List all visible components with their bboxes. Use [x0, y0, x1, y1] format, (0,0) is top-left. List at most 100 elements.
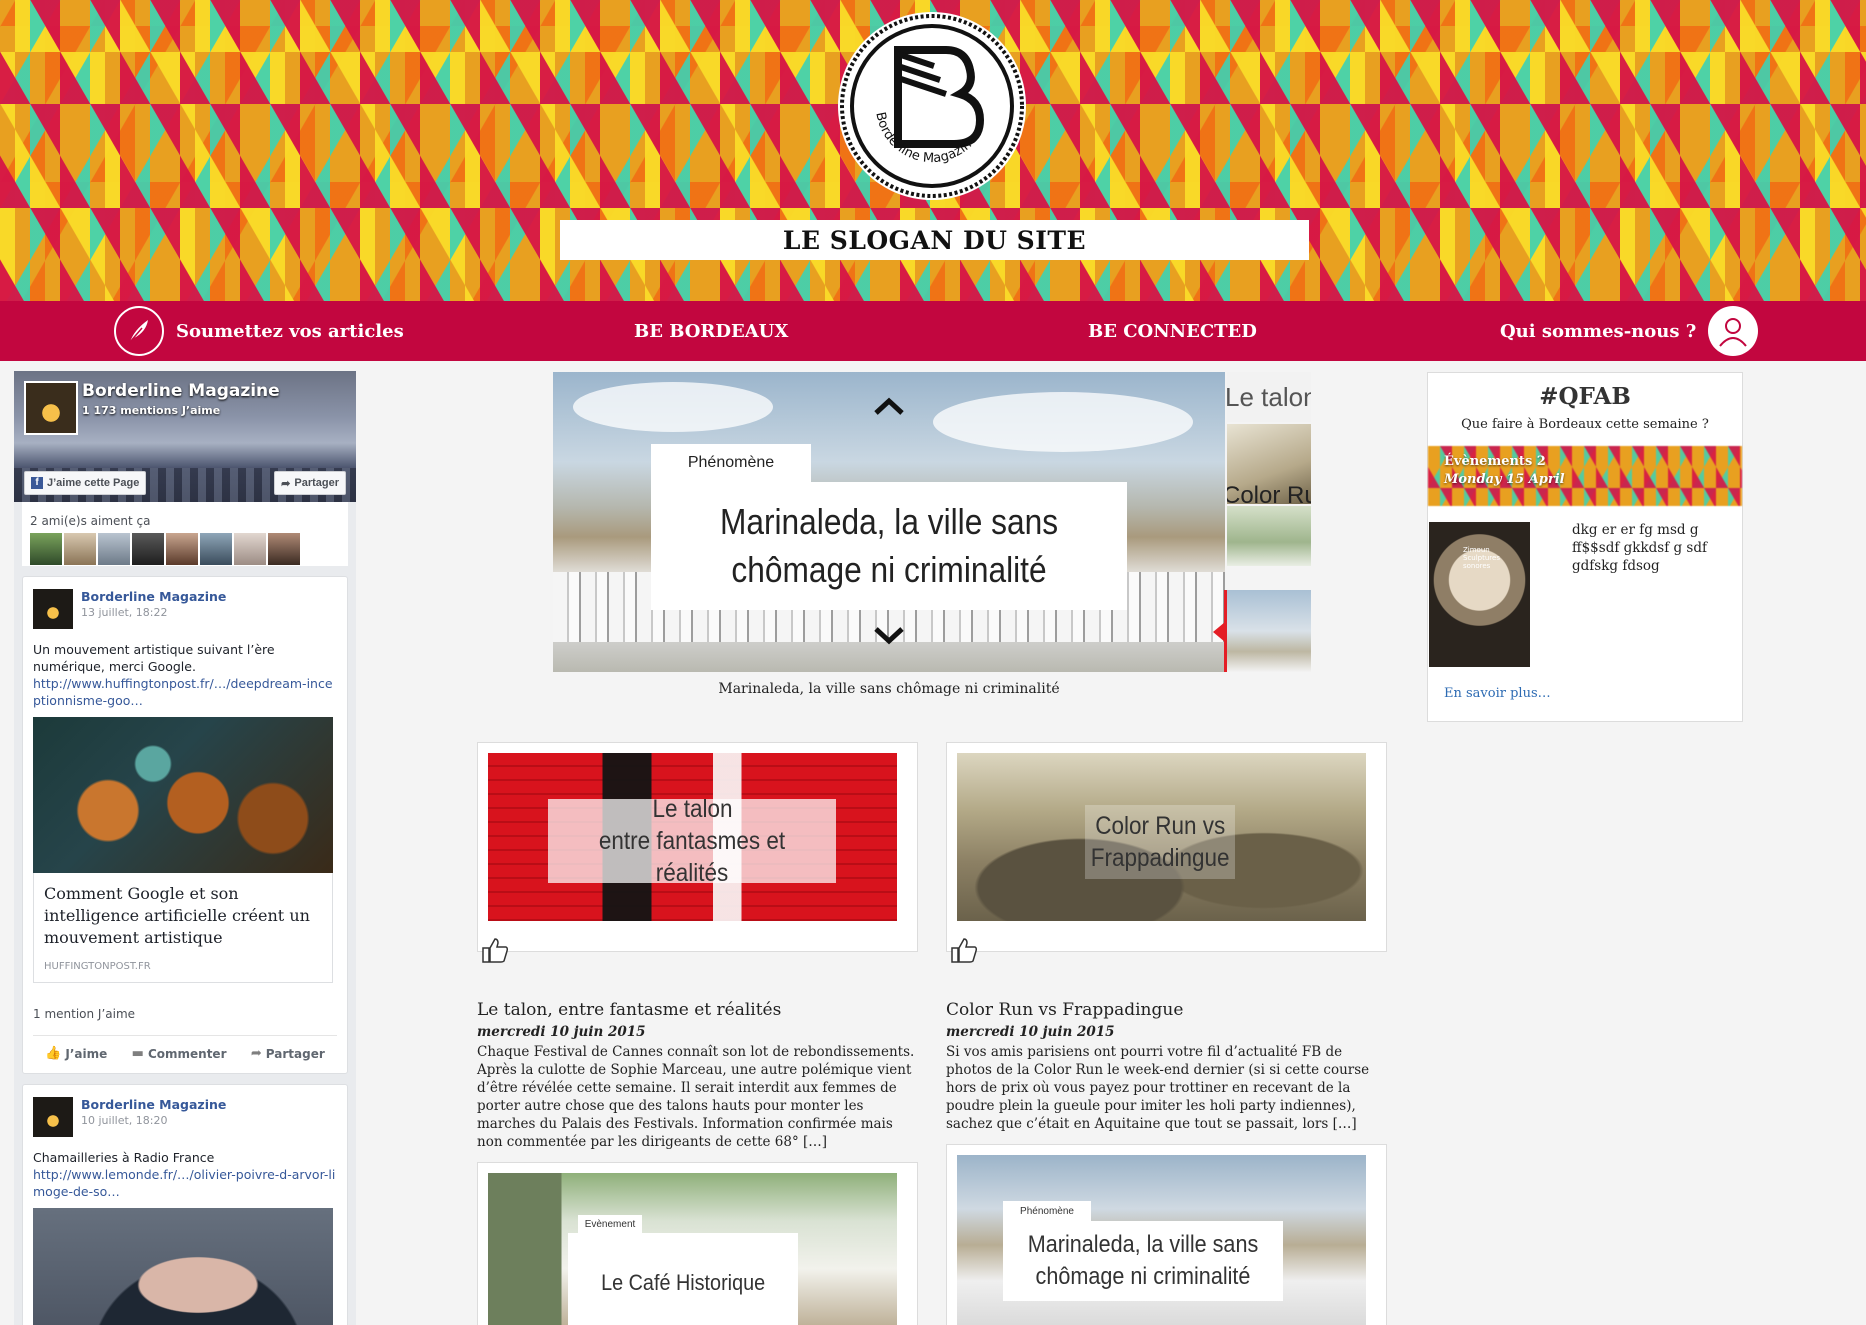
friend-avatar[interactable] — [132, 533, 164, 565]
comment-icon: ▬ — [131, 1046, 144, 1061]
slider-title-card[interactable]: Marinaleda, la ville sans chômage ni cri… — [651, 482, 1127, 610]
post-author-avatar[interactable] — [33, 589, 73, 629]
overlay-title-line: Le talon — [651, 795, 733, 823]
facebook-post: Borderline Magazine 13 juillet, 18:22 Un… — [22, 576, 348, 1074]
overlay-title-line: Color Run vs — [1094, 812, 1226, 840]
qfab-event-poster[interactable]: Zimoun Sculptures sonores — [1429, 522, 1530, 667]
post-link[interactable]: http://www.lemonde.fr/…/olivier-poivre-d… — [33, 1166, 337, 1200]
facebook-like-page-button[interactable]: f J’aime cette Page — [24, 471, 147, 495]
slider-down-arrow-icon[interactable] — [873, 626, 905, 646]
link-card-title: Comment Google et son intelligence artif… — [44, 884, 310, 947]
share-arrow-icon: ➦ — [281, 477, 291, 490]
thumbs-up-icon: 👍 — [45, 1046, 62, 1061]
facebook-icon: f — [31, 477, 43, 489]
friend-avatar[interactable] — [30, 533, 62, 565]
site-logo[interactable]: Borderline Magazine — [836, 10, 1028, 202]
comment-action-label: Commenter — [147, 1046, 227, 1061]
facebook-cover-photo[interactable]: Borderline Magazine 1 173 mentions J’aim… — [14, 371, 356, 502]
post-actions: 👍 J’aime ▬ Commenter ➦ Partager — [33, 1035, 337, 1073]
post-date[interactable]: 13 juillet, 18:22 — [81, 606, 226, 619]
friend-avatar[interactable] — [234, 533, 266, 565]
nav-be-connected[interactable]: BE CONNECTED — [1088, 301, 1257, 361]
slider-thumbnail[interactable]: Le talon — [1227, 372, 1311, 422]
friend-avatars — [30, 533, 340, 565]
facebook-post: Borderline Magazine 10 juillet, 18:20 Ch… — [22, 1084, 348, 1325]
article-card-marinaleda[interactable]: Phénomène Marinaleda, la ville sans chôm… — [946, 1144, 1387, 1325]
slider-category-label: Phénomène — [651, 444, 811, 482]
slider-title: Marinaleda, la ville sans chômage ni cri… — [719, 501, 1059, 590]
article-image[interactable]: Le talon entre fantasmes et réalités — [488, 753, 897, 921]
post-link-image[interactable] — [33, 717, 333, 873]
post-like-action[interactable]: 👍 J’aime — [45, 1046, 107, 1061]
thumbs-up-icon[interactable] — [949, 935, 979, 965]
article-card-color-run[interactable]: Color Run vs Frappadingue — [946, 742, 1387, 963]
qfab-subtitle: Que faire à Bordeaux cette semaine ? — [1461, 417, 1709, 432]
qfab-event-label: Évènements 2 — [1444, 454, 1546, 469]
post-link[interactable]: http://www.huffingtonpost.fr/…/deepdream… — [33, 675, 337, 709]
post-link-card[interactable]: Comment Google et son intelligence artif… — [33, 873, 333, 983]
post-author-block: Borderline Magazine 10 juillet, 18:20 — [81, 1097, 226, 1127]
article-excerpt: Chaque Festival de Cannes connaît son lo… — [477, 1044, 915, 1150]
slider-thumbnail[interactable]: Color Run — [1227, 424, 1311, 504]
article-image[interactable]: Evènement Le Café Historique — [488, 1173, 897, 1325]
post-author-block: Borderline Magazine 13 juillet, 18:22 — [81, 589, 226, 619]
article-title[interactable]: Le talon, entre fantasme et réalités — [477, 1000, 781, 1020]
slider-thumbnail-active[interactable] — [1227, 590, 1311, 672]
post-author-name[interactable]: Borderline Magazine — [81, 1097, 226, 1112]
nav-be-bordeaux[interactable]: BE BORDEAUX — [634, 301, 788, 361]
friend-avatar[interactable] — [200, 533, 232, 565]
qfab-read-more-link[interactable]: En savoir plus… — [1444, 686, 1551, 701]
friend-avatar[interactable] — [98, 533, 130, 565]
friend-avatar[interactable] — [64, 533, 96, 565]
thumbs-up-icon[interactable] — [480, 935, 510, 965]
nav-submit-articles[interactable]: Soumettez vos articles — [114, 301, 404, 361]
post-header: Borderline Magazine 10 juillet, 18:20 — [33, 1097, 337, 1137]
article-date: mercredi 10 juin 2015 — [946, 1024, 1115, 1040]
article-image[interactable]: Phénomène Marinaleda, la ville sans chôm… — [957, 1155, 1366, 1325]
overlay-title-line: Marinaleda, la ville sans chômage ni cri… — [1027, 1231, 1259, 1290]
article-title[interactable]: Color Run vs Frappadingue — [946, 1000, 1183, 1020]
nav-about-label: Qui sommes-nous ? — [1500, 320, 1697, 342]
article-card-cafe-historique[interactable]: Evènement Le Café Historique — [477, 1162, 918, 1325]
header-pattern-banner: Borderline Magazine LE SLOGAN DU SITE — [0, 0, 1866, 301]
article-title-overlay: Le Café Historique — [568, 1233, 798, 1325]
post-comment-action[interactable]: ▬ Commenter — [132, 1046, 227, 1061]
overlay-title-line: Le Café Historique — [601, 1270, 765, 1295]
qfab-title: #QFAB — [1539, 383, 1631, 410]
qfab-event-date: Monday 15 April — [1444, 472, 1565, 487]
featured-slider[interactable]: Phénomène Marinaleda, la ville sans chôm… — [553, 372, 1225, 672]
facebook-share-button[interactable]: ➦ Partager — [274, 471, 346, 495]
slogan-box: LE SLOGAN DU SITE — [560, 220, 1309, 260]
share-label: Partager — [294, 477, 339, 489]
slider-thumbnail[interactable] — [1227, 506, 1311, 566]
article-image[interactable]: Color Run vs Frappadingue — [957, 753, 1366, 921]
post-share-action[interactable]: ➦ Partager — [251, 1046, 325, 1061]
post-likes-count[interactable]: 1 mention J’aime — [33, 1007, 337, 1021]
facebook-friends-box: 2 ami(e)s aiment ça — [22, 502, 348, 566]
article-image-overlay: Le talon entre fantasmes et réalités — [548, 795, 836, 887]
facebook-page-widget: Borderline Magazine 1 173 mentions J’aim… — [14, 371, 356, 1325]
post-link-image[interactable] — [33, 1208, 333, 1325]
post-date[interactable]: 10 juillet, 18:20 — [81, 1114, 226, 1127]
nav-submit-label: Soumettez vos articles — [176, 320, 404, 342]
slider-caption: Marinaleda, la ville sans chômage ni cri… — [718, 681, 1060, 697]
user-icon — [1708, 306, 1759, 356]
article-date: mercredi 10 juin 2015 — [477, 1024, 646, 1040]
friend-avatar[interactable] — [268, 533, 300, 565]
post-author-avatar[interactable] — [33, 1097, 73, 1137]
article-category-label: Evènement — [578, 1215, 642, 1233]
poster-title: Zimoun Sculptures sonores — [1463, 546, 1500, 570]
friend-avatar[interactable] — [166, 533, 198, 565]
post-text: Un mouvement artistique suivant l’ère nu… — [33, 642, 275, 674]
feather-icon — [114, 306, 164, 356]
qfab-event-description: dkg er er fg msd g ff$$sdf gkkdsf g sdf … — [1572, 522, 1707, 574]
sky-cloud — [573, 382, 773, 432]
nav-about-us[interactable]: Qui sommes-nous ? — [1500, 301, 1759, 361]
slider-up-arrow-icon[interactable] — [873, 396, 905, 416]
post-author-name[interactable]: Borderline Magazine — [81, 589, 226, 604]
facebook-page-name[interactable]: Borderline Magazine — [82, 381, 280, 401]
article-category-label: Phénomène — [1003, 1201, 1091, 1221]
article-card-talon[interactable]: Le talon entre fantasmes et réalités — [477, 742, 918, 963]
share-icon: ➦ — [250, 1046, 262, 1061]
facebook-page-avatar[interactable] — [24, 381, 78, 435]
